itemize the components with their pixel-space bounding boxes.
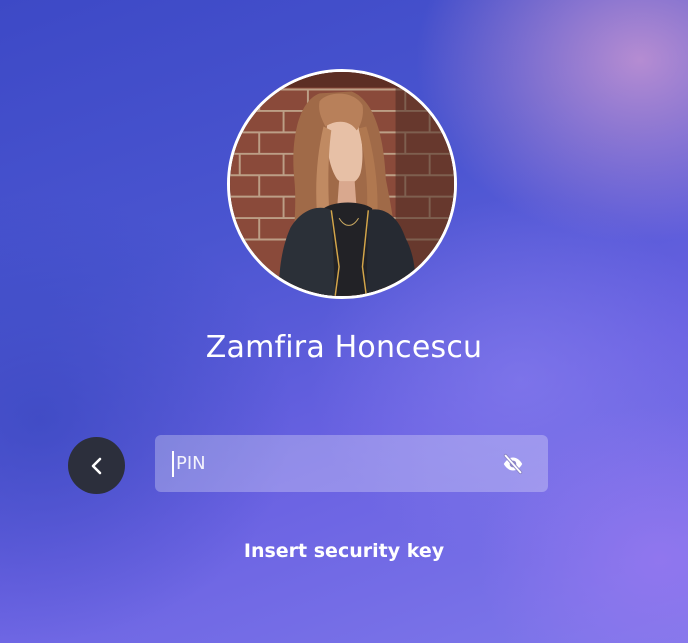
user-name: Zamfira Honcescu [205,330,483,365]
back-button[interactable] [68,437,125,494]
lock-screen: Zamfira Honcescu Insert security key [0,0,688,643]
insert-security-key-link[interactable]: Insert security key [0,540,688,562]
chevron-left-icon [91,457,101,474]
pin-input[interactable] [176,435,476,492]
reveal-pin-button[interactable] [500,451,526,477]
profile-photo [230,72,454,296]
pin-field[interactable] [155,435,548,492]
text-caret [172,451,174,477]
user-avatar [227,69,457,299]
eye-off-icon [503,453,523,475]
